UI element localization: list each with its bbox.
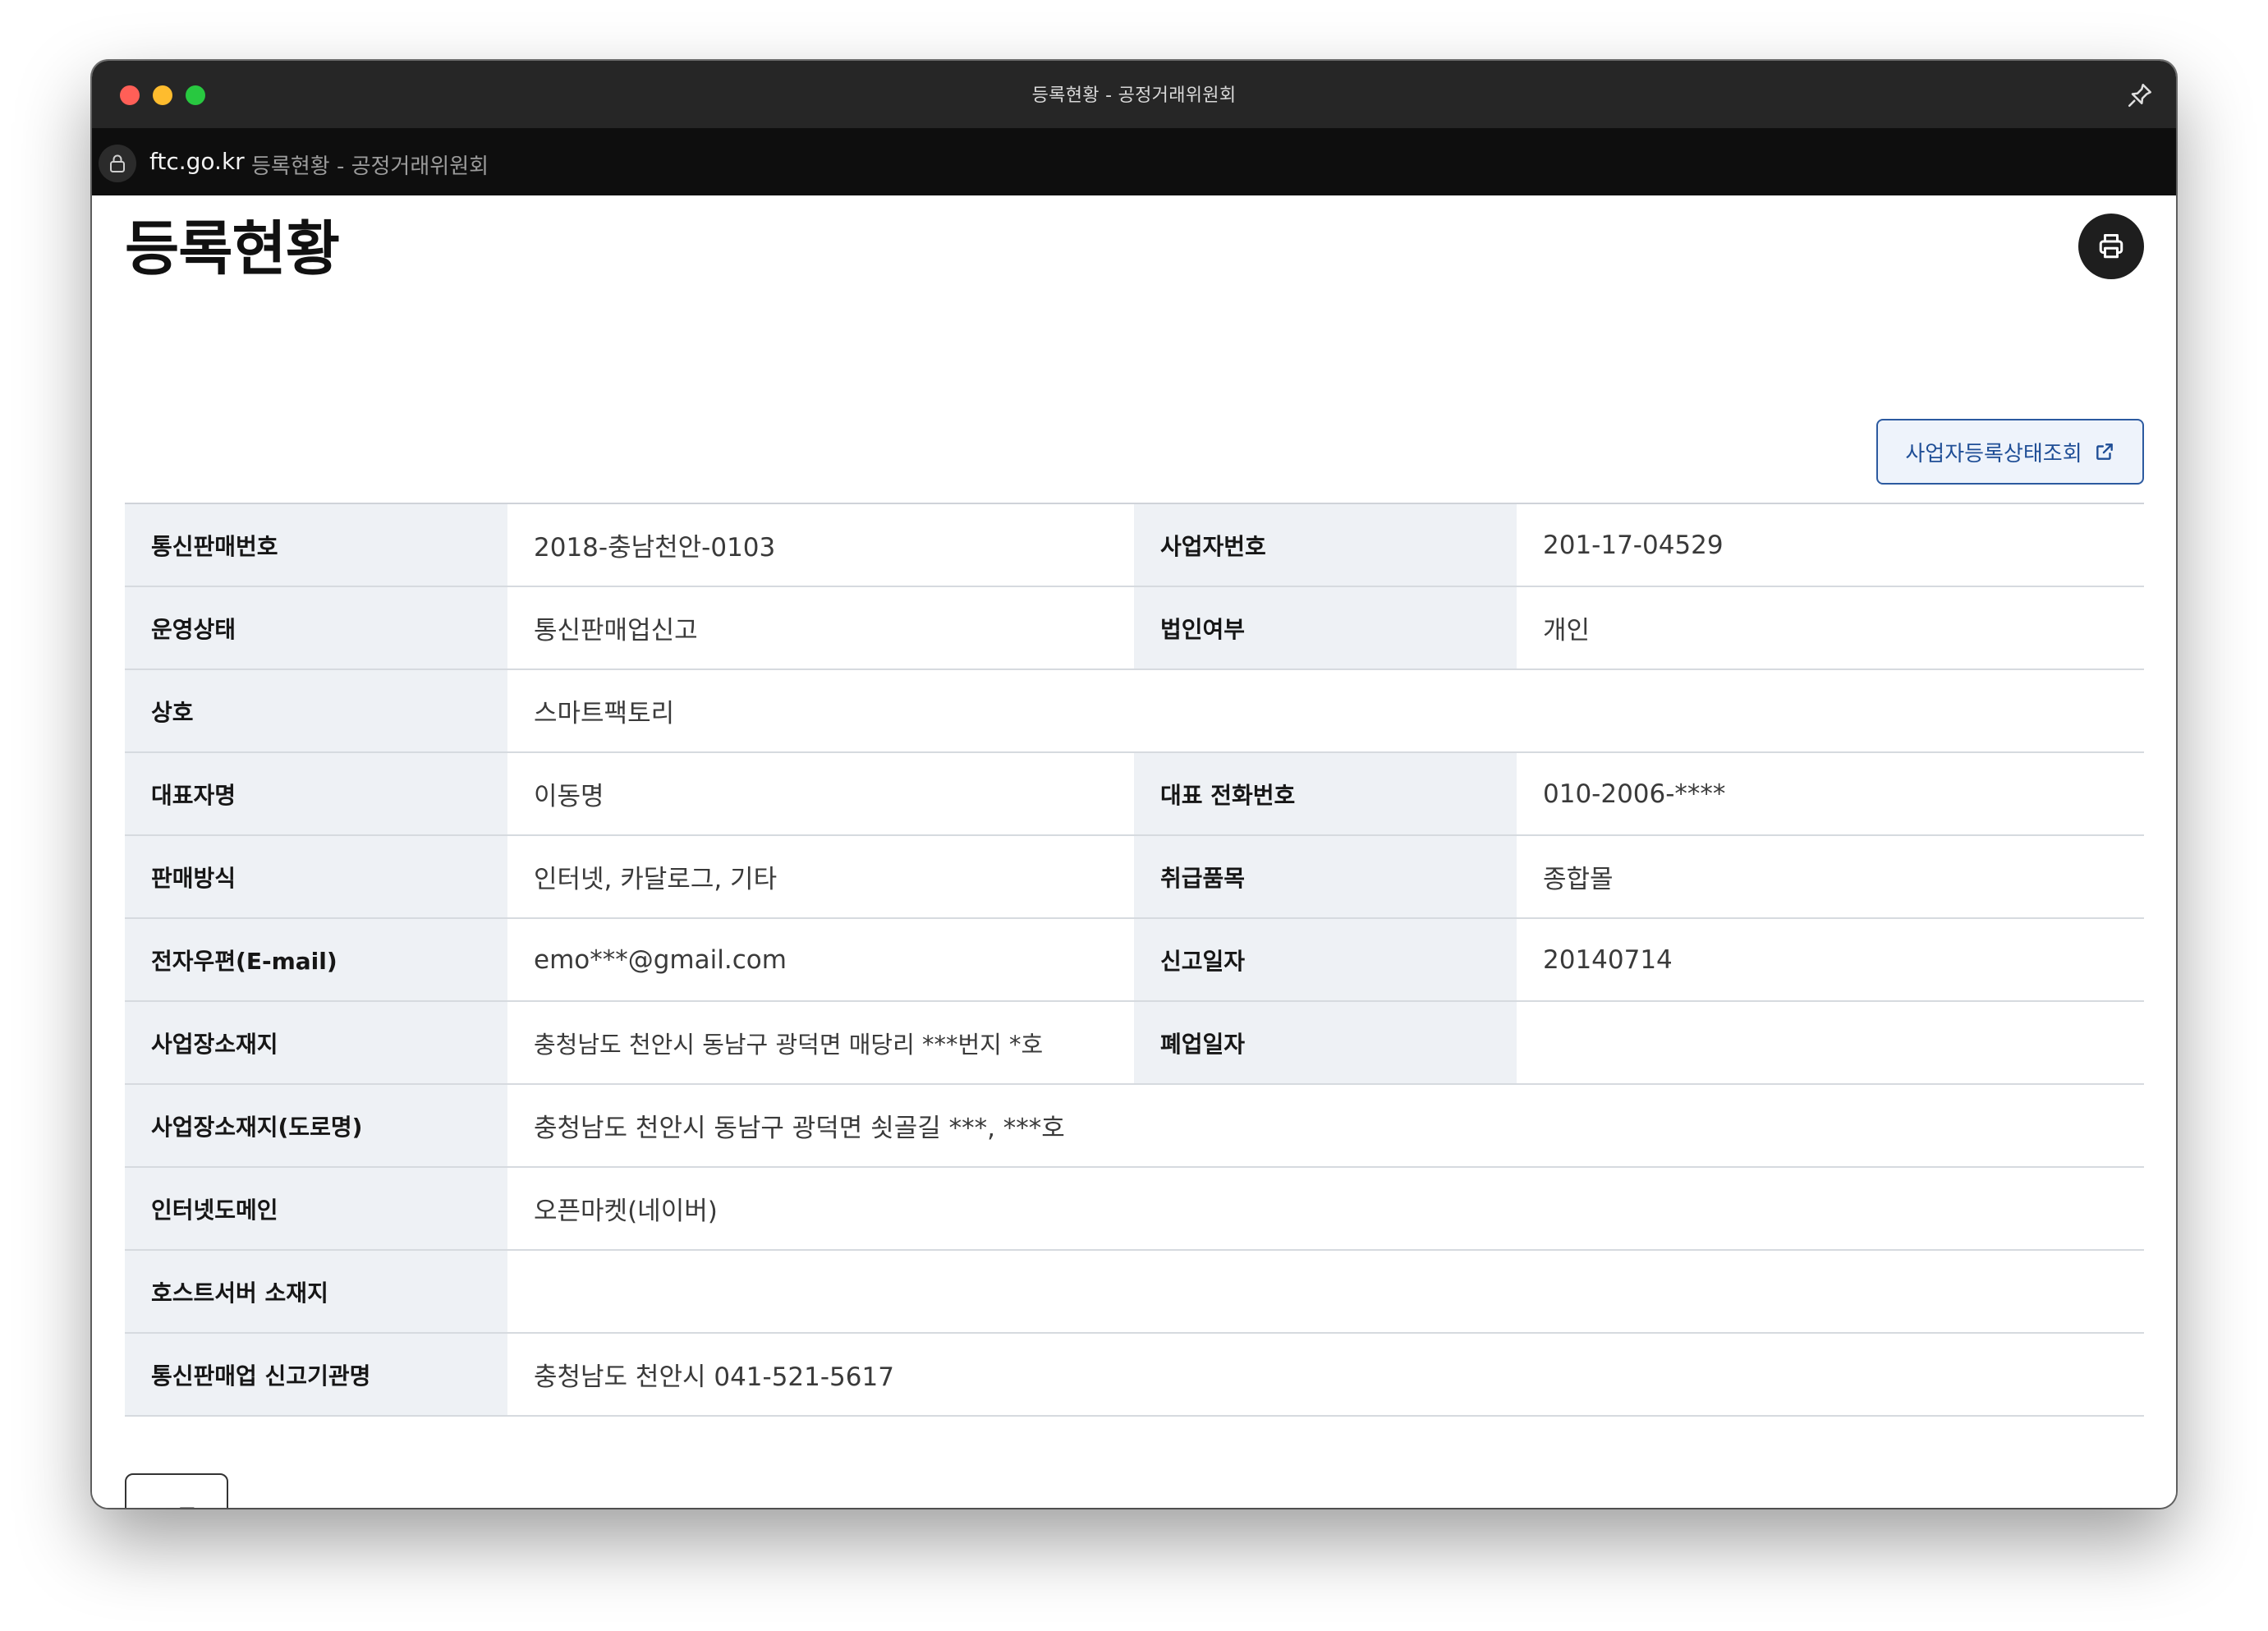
domain-value: 오픈마켓(네이버)	[507, 1167, 2144, 1251]
window-titlebar: 등록현황 - 공정거래위원회	[92, 61, 2176, 128]
agency-value: 충청남도 천안시 041-521-5617	[507, 1333, 2144, 1417]
corp-type-value: 개인	[1517, 586, 2144, 670]
url-page-title: 등록현황 - 공정거래위원회	[251, 154, 489, 179]
lock-icon[interactable]	[99, 145, 136, 182]
business-no-label: 사업자번호	[1134, 503, 1517, 587]
table-row: 대표자명 이동명 대표 전화번호 010-2006-****	[125, 752, 2144, 836]
list-button[interactable]: 목록	[125, 1473, 228, 1508]
road-address-label: 사업장소재지(도로명)	[125, 1084, 507, 1168]
printer-icon	[2099, 234, 2123, 259]
browser-window: 등록현황 - 공정거래위원회 ftc.go.kr 등록현황 - 공정거래위원회 …	[92, 61, 2176, 1508]
table-row: 판매방식 인터넷, 카달로그, 기타 취급품목 종합몰	[125, 835, 2144, 919]
rep-phone-label: 대표 전화번호	[1134, 752, 1517, 836]
rep-name-label: 대표자명	[125, 752, 507, 836]
closure-date-value	[1517, 1001, 2144, 1085]
business-status-lookup-button[interactable]: 사업자등록상태조회	[1876, 419, 2144, 485]
registration-info-table: 통신판매번호 2018-충남천안-0103 사업자번호 201-17-04529…	[125, 503, 2144, 1417]
business-no-value: 201-17-04529	[1517, 503, 2144, 587]
table-row: 통신판매업 신고기관명 충청남도 천안시 041-521-5617	[125, 1333, 2144, 1417]
items-label: 취급품목	[1134, 835, 1517, 919]
mail-order-no-label: 통신판매번호	[125, 503, 507, 587]
op-status-label: 운영상태	[125, 586, 507, 670]
url-domain: ftc.go.kr	[149, 148, 245, 175]
print-button[interactable]	[2078, 214, 2144, 279]
address-bar[interactable]: ftc.go.kr 등록현황 - 공정거래위원회	[92, 128, 2176, 195]
domain-label: 인터넷도메인	[125, 1167, 507, 1251]
report-date-label: 신고일자	[1134, 918, 1517, 1002]
closure-date-label: 폐업일자	[1134, 1001, 1517, 1085]
rep-name-value: 이동명	[507, 752, 1134, 836]
mail-order-no-value: 2018-충남천안-0103	[507, 503, 1134, 587]
email-label: 전자우편(E-mail)	[125, 918, 507, 1002]
trade-name-label: 상호	[125, 669, 507, 753]
table-row: 통신판매번호 2018-충남천안-0103 사업자번호 201-17-04529	[125, 503, 2144, 587]
report-date-value: 20140714	[1517, 918, 2144, 1002]
items-value: 종합몰	[1517, 835, 2144, 919]
status-lookup-label: 사업자등록상태조회	[1905, 441, 2082, 466]
op-status-value: 통신판매업신고	[507, 586, 1134, 670]
table-row: 운영상태 통신판매업신고 법인여부 개인	[125, 586, 2144, 670]
host-server-value	[507, 1250, 2144, 1334]
page-title: 등록현황	[125, 214, 340, 283]
page-content: 등록현황 사업자등록상태조회 통신판매번호 2018-충남천안-0103 사업자…	[92, 195, 2176, 1508]
host-server-label: 호스트서버 소재지	[125, 1250, 507, 1334]
address-label: 사업장소재지	[125, 1001, 507, 1085]
corp-type-label: 법인여부	[1134, 586, 1517, 670]
table-row: 상호 스마트팩토리	[125, 669, 2144, 753]
sales-method-label: 판매방식	[125, 835, 507, 919]
table-row: 사업장소재지 충청남도 천안시 동남구 광덕면 매당리 ***번지 *호 폐업일…	[125, 1001, 2144, 1085]
table-row: 호스트서버 소재지	[125, 1250, 2144, 1334]
address-value: 충청남도 천안시 동남구 광덕면 매당리 ***번지 *호	[507, 1001, 1134, 1085]
table-row: 전자우편(E-mail) emo***@gmail.com 신고일자 20140…	[125, 918, 2144, 1002]
rep-phone-value: 010-2006-****	[1517, 752, 2144, 836]
agency-label: 통신판매업 신고기관명	[125, 1333, 507, 1417]
table-row: 사업장소재지(도로명) 충청남도 천안시 동남구 광덕면 쇳골길 ***, **…	[125, 1084, 2144, 1168]
email-value: emo***@gmail.com	[507, 918, 1134, 1002]
external-link-icon	[2096, 443, 2113, 460]
road-address-value: 충청남도 천안시 동남구 광덕면 쇳골길 ***, ***호	[507, 1084, 2144, 1168]
window-title: 등록현황 - 공정거래위원회	[1031, 85, 1237, 106]
trade-name-value: 스마트팩토리	[507, 669, 2144, 753]
pin-icon[interactable]	[2125, 80, 2155, 110]
sales-method-value: 인터넷, 카달로그, 기타	[507, 835, 1134, 919]
table-row: 인터넷도메인 오픈마켓(네이버)	[125, 1167, 2144, 1251]
